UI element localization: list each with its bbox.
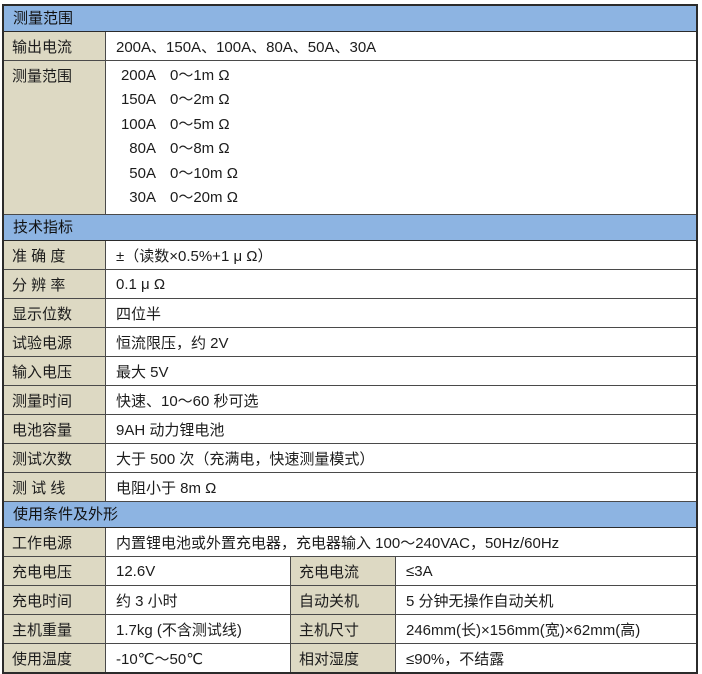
spec-label: 相对湿度 (291, 644, 396, 672)
range-line: 100A 0～5m Ω (116, 113, 692, 137)
spec-value: 246mm(长)×156mm(宽)×62mm(高) (396, 615, 696, 643)
range-value: 0～10m Ω (170, 162, 238, 186)
range-current: 100A (116, 113, 156, 137)
section-header-measure: 测量范围 (4, 6, 696, 32)
spec-value: 快速、10～60 秒可选 (106, 386, 696, 414)
spec-label: 充电时间 (4, 586, 106, 614)
spec-table: 测量范围 输出电流 200A、150A、100A、80A、50A、30A 测量范… (2, 4, 698, 674)
spec-value: 5 分钟无操作自动关机 (396, 586, 696, 614)
table-row: 输出电流 200A、150A、100A、80A、50A、30A (4, 32, 696, 61)
spec-value: 大于 500 次（充满电，快速测量模式） (106, 444, 696, 472)
spec-value: 恒流限压，约 2V (106, 328, 696, 356)
range-value: 0～2m Ω (170, 88, 230, 112)
range-current: 50A (116, 162, 156, 186)
table-row: 充电时间 约 3 小时 自动关机 5 分钟无操作自动关机 (4, 586, 696, 615)
section-header-tech: 技术指标 (4, 215, 696, 241)
spec-value: -10℃～50℃ (106, 644, 291, 672)
spec-value: 最大 5V (106, 357, 696, 385)
spec-label: 输出电流 (4, 32, 106, 60)
table-row: 电池容量 9AH 动力锂电池 (4, 415, 696, 444)
spec-label: 测量时间 (4, 386, 106, 414)
range-line: 50A 0～10m Ω (116, 162, 692, 186)
spec-value: 内置锂电池或外置充电器，充电器输入 100～240VAC，50Hz/60Hz (106, 528, 696, 556)
range-value: 0～5m Ω (170, 113, 230, 137)
spec-value: 200A 0～1m Ω 150A 0～2m Ω 100A 0～5m Ω 80A … (106, 61, 696, 214)
spec-label: 工作电源 (4, 528, 106, 556)
spec-label: 输入电压 (4, 357, 106, 385)
table-row: 输入电压 最大 5V (4, 357, 696, 386)
spec-value: 0.1 μ Ω (106, 270, 696, 298)
spec-value: 1.7kg (不含测试线) (106, 615, 291, 643)
spec-label: 分 辨 率 (4, 270, 106, 298)
table-row: 显示位数 四位半 (4, 299, 696, 328)
spec-label: 电池容量 (4, 415, 106, 443)
range-value: 0～1m Ω (170, 64, 230, 88)
spec-label: 充电电流 (291, 557, 396, 585)
spec-label: 使用温度 (4, 644, 106, 672)
range-line: 200A 0～1m Ω (116, 64, 692, 88)
spec-label: 主机尺寸 (291, 615, 396, 643)
table-row: 使用温度 -10℃～50℃ 相对湿度 ≤90%，不结露 (4, 644, 696, 672)
table-row: 准 确 度 ±（读数×0.5%+1 μ Ω） (4, 241, 696, 270)
spec-label: 充电电压 (4, 557, 106, 585)
spec-label: 测 试 线 (4, 473, 106, 501)
spec-value: 9AH 动力锂电池 (106, 415, 696, 443)
spec-value: 约 3 小时 (106, 586, 291, 614)
table-row: 分 辨 率 0.1 μ Ω (4, 270, 696, 299)
table-row: 主机重量 1.7kg (不含测试线) 主机尺寸 246mm(长)×156mm(宽… (4, 615, 696, 644)
range-current: 150A (116, 88, 156, 112)
table-row: 测量范围 200A 0～1m Ω 150A 0～2m Ω 100A 0～5m Ω… (4, 61, 696, 215)
range-value: 0～20m Ω (170, 186, 238, 210)
spec-value: ±（读数×0.5%+1 μ Ω） (106, 241, 696, 269)
table-row: 测试次数 大于 500 次（充满电，快速测量模式） (4, 444, 696, 473)
spec-label: 显示位数 (4, 299, 106, 327)
table-row: 测量时间 快速、10～60 秒可选 (4, 386, 696, 415)
spec-label: 测量范围 (4, 61, 106, 214)
spec-value: 200A、150A、100A、80A、50A、30A (106, 32, 696, 60)
spec-value: 12.6V (106, 557, 291, 585)
spec-value: ≤3A (396, 557, 696, 585)
spec-value: 电阻小于 8m Ω (106, 473, 696, 501)
spec-label: 测试次数 (4, 444, 106, 472)
range-line: 80A 0～8m Ω (116, 137, 692, 161)
spec-label: 自动关机 (291, 586, 396, 614)
range-current: 200A (116, 64, 156, 88)
spec-value: ≤90%，不结露 (396, 644, 696, 672)
spec-label: 主机重量 (4, 615, 106, 643)
range-line: 30A 0～20m Ω (116, 186, 692, 210)
spec-value: 四位半 (106, 299, 696, 327)
range-current: 80A (116, 137, 156, 161)
range-current: 30A (116, 186, 156, 210)
table-row: 工作电源 内置锂电池或外置充电器，充电器输入 100～240VAC，50Hz/6… (4, 528, 696, 557)
range-value: 0～8m Ω (170, 137, 230, 161)
table-row: 测 试 线 电阻小于 8m Ω (4, 473, 696, 502)
table-row: 试验电源 恒流限压，约 2V (4, 328, 696, 357)
section-header-usage: 使用条件及外形 (4, 502, 696, 528)
spec-label: 试验电源 (4, 328, 106, 356)
spec-label: 准 确 度 (4, 241, 106, 269)
range-line: 150A 0～2m Ω (116, 88, 692, 112)
table-row: 充电电压 12.6V 充电电流 ≤3A (4, 557, 696, 586)
